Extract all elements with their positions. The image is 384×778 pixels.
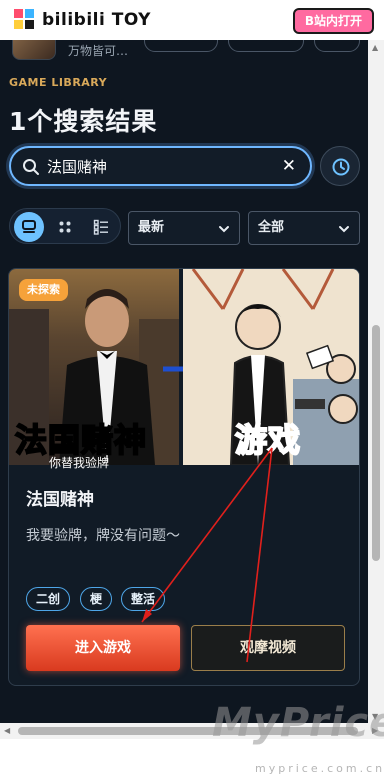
- history-icon: [332, 158, 350, 176]
- history-button[interactable]: [320, 146, 360, 186]
- tag-chip[interactable]: 整活: [121, 587, 166, 611]
- tag-chip[interactable]: 二创: [26, 587, 71, 611]
- card-view-button[interactable]: [14, 212, 44, 242]
- category-select-value: 全部: [258, 220, 285, 235]
- grid-view-button[interactable]: [50, 212, 80, 242]
- tag-chip[interactable]: 梗: [80, 587, 113, 611]
- scroll-left-icon[interactable]: ◀: [4, 726, 10, 735]
- partial-pill-button[interactable]: [228, 40, 304, 52]
- watermark: MyPrice: [212, 700, 384, 746]
- game-title[interactable]: 法国赌神: [26, 485, 94, 510]
- logo-text: bilibili TOY: [42, 10, 151, 30]
- avatar[interactable]: [12, 40, 56, 60]
- search-input[interactable]: [47, 155, 267, 177]
- sort-select[interactable]: 最新: [128, 211, 240, 245]
- partial-previous-row: 万物皆可…: [0, 40, 368, 64]
- app-content: 万物皆可… GAME LIBRARY 1个搜索结果 ✕: [0, 40, 368, 723]
- partial-pill-button[interactable]: [314, 40, 360, 52]
- top-header: bilibili TOY B站内打开: [0, 0, 384, 40]
- chevron-down-icon: [339, 226, 349, 233]
- thumbnail-caption-right: 游戏: [234, 420, 302, 460]
- sort-select-value: 最新: [138, 220, 165, 235]
- partial-row-text: 万物皆可…: [68, 44, 129, 58]
- page-title: 1个搜索结果: [9, 107, 158, 136]
- unexplored-badge: 未探索: [19, 279, 68, 301]
- open-in-app-button[interactable]: B站内打开: [292, 8, 374, 34]
- search-icon: [23, 159, 39, 175]
- list-view-button[interactable]: [86, 212, 116, 242]
- game-description: 我要验牌，牌没有问题～: [26, 528, 180, 544]
- search-box[interactable]: ✕: [9, 146, 312, 186]
- thumbnail-subtitle: 你替我验牌: [49, 456, 110, 470]
- close-icon[interactable]: ✕: [282, 156, 296, 176]
- section-label: GAME LIBRARY: [9, 76, 108, 89]
- card-view-icon: [22, 220, 36, 233]
- enter-game-button[interactable]: 进入游戏: [26, 625, 180, 671]
- view-mode-toggle: [9, 208, 121, 244]
- scroll-up-icon[interactable]: ▲: [372, 43, 378, 52]
- partial-pill-button[interactable]: [144, 40, 218, 52]
- list-view-icon: [93, 219, 108, 235]
- game-card[interactable]: 未探索 法国赌神 游戏 你替我验牌 法国赌神 我要验牌，牌没有问题～ 二创 梗 …: [8, 268, 360, 686]
- watch-video-button[interactable]: 观摩视频: [191, 625, 345, 671]
- vertical-scroll-thumb[interactable]: [372, 325, 380, 561]
- chevron-down-icon: [219, 226, 229, 233]
- watermark-url: myprice.com.cn: [255, 762, 384, 775]
- grid-view-icon: [59, 221, 71, 233]
- logo-icon: [14, 9, 36, 31]
- category-select[interactable]: 全部: [248, 211, 360, 245]
- game-thumbnail[interactable]: 未探索 法国赌神 游戏 你替我验牌: [9, 269, 359, 470]
